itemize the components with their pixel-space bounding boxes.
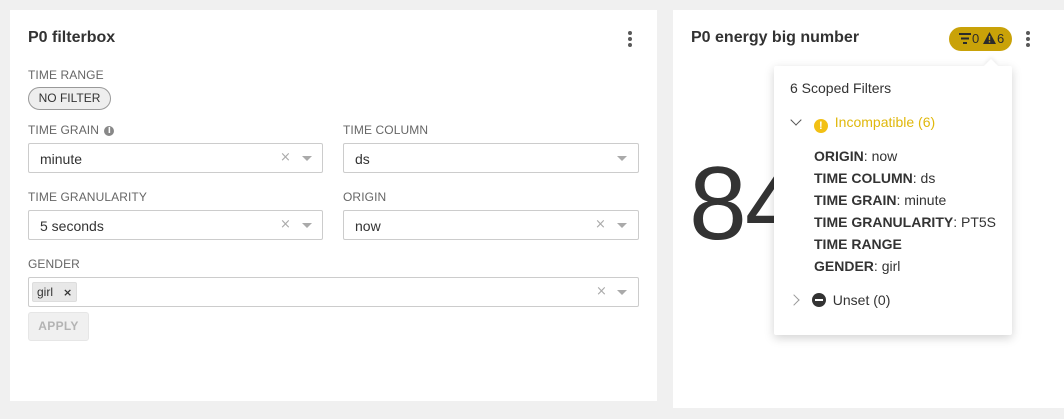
scoped-filters-popover: 6 Scoped Filters ! Incompatible (6) ORIG… bbox=[774, 66, 1012, 335]
bignumber-title: P0 energy big number bbox=[691, 29, 860, 46]
filter-item-origin: ORIGIN: now bbox=[814, 148, 898, 164]
time-column-value: ds bbox=[355, 151, 370, 167]
time-granularity-label: TIME GRANULARITY bbox=[28, 190, 147, 204]
time-grain-value: minute bbox=[40, 151, 83, 167]
warnings-count: 6 bbox=[997, 31, 1005, 46]
time-grain-select[interactable]: minute × bbox=[28, 143, 323, 173]
time-granularity-clear-icon[interactable]: × bbox=[280, 217, 291, 232]
origin-value: now bbox=[355, 218, 381, 234]
unset-label: Unset (0) bbox=[832, 292, 891, 308]
filter-indicator-badge[interactable]: 0 6 bbox=[949, 27, 1012, 51]
gender-chevron-down-icon[interactable] bbox=[617, 290, 627, 295]
time-granularity-select[interactable]: 5 seconds × bbox=[28, 210, 323, 240]
apply-button[interactable]: APPLY bbox=[28, 312, 89, 341]
popover-header: 6 Scoped Filters bbox=[790, 80, 892, 96]
filterbox-menu-icon[interactable] bbox=[622, 29, 638, 49]
time-range-pill[interactable]: NO FILTER bbox=[28, 87, 111, 110]
origin-clear-icon[interactable]: × bbox=[595, 217, 606, 232]
remove-tag-icon[interactable]: × bbox=[63, 286, 72, 299]
filter-item-time-range: TIME RANGE bbox=[814, 236, 902, 252]
filters-count: 0 bbox=[972, 31, 980, 46]
bignumber-menu-icon[interactable] bbox=[1020, 29, 1036, 49]
time-grain-clear-icon[interactable]: × bbox=[280, 150, 291, 165]
origin-select[interactable]: now × bbox=[343, 210, 639, 240]
time-column-label: TIME COLUMN bbox=[343, 123, 429, 137]
filter-item-time-granularity: TIME GRANULARITY: PT5S bbox=[814, 214, 997, 230]
chevron-right-icon bbox=[788, 294, 800, 306]
warning-icon: ! bbox=[813, 119, 828, 133]
time-range-label: TIME RANGE bbox=[28, 68, 104, 82]
info-icon[interactable]: i bbox=[104, 126, 115, 136]
time-grain-label: TIME GRAIN i bbox=[28, 123, 115, 137]
filter-item-time-column: TIME COLUMN: ds bbox=[814, 170, 936, 186]
filter-icon bbox=[959, 33, 971, 44]
time-column-chevron-down-icon[interactable] bbox=[617, 156, 627, 161]
unset-section-toggle[interactable]: Unset (0) bbox=[788, 292, 891, 308]
gender-multiselect[interactable]: girl × × bbox=[28, 277, 639, 307]
incompatible-section-toggle[interactable]: ! Incompatible (6) bbox=[790, 114, 935, 133]
filter-item-gender: GENDER: girl bbox=[814, 258, 901, 274]
filterbox-title: P0 filterbox bbox=[28, 29, 116, 46]
gender-tag: girl × bbox=[32, 282, 78, 302]
chevron-down-icon bbox=[790, 114, 802, 126]
time-column-select[interactable]: ds bbox=[343, 143, 639, 173]
filter-item-time-grain: TIME GRAIN: minute bbox=[814, 192, 947, 208]
warning-triangle-icon bbox=[983, 32, 996, 44]
gender-clear-icon[interactable]: × bbox=[596, 284, 607, 299]
origin-label: ORIGIN bbox=[343, 190, 387, 204]
time-grain-chevron-down-icon[interactable] bbox=[302, 156, 312, 161]
minus-circle-icon bbox=[811, 293, 826, 307]
incompatible-label: Incompatible (6) bbox=[834, 114, 936, 130]
time-granularity-chevron-down-icon[interactable] bbox=[302, 223, 312, 228]
gender-label: GENDER bbox=[28, 257, 80, 271]
filterbox-card: P0 filterbox TIME RANGE NO FILTER TIME G… bbox=[10, 10, 657, 401]
time-granularity-value: 5 seconds bbox=[40, 218, 104, 234]
origin-chevron-down-icon[interactable] bbox=[617, 223, 627, 228]
